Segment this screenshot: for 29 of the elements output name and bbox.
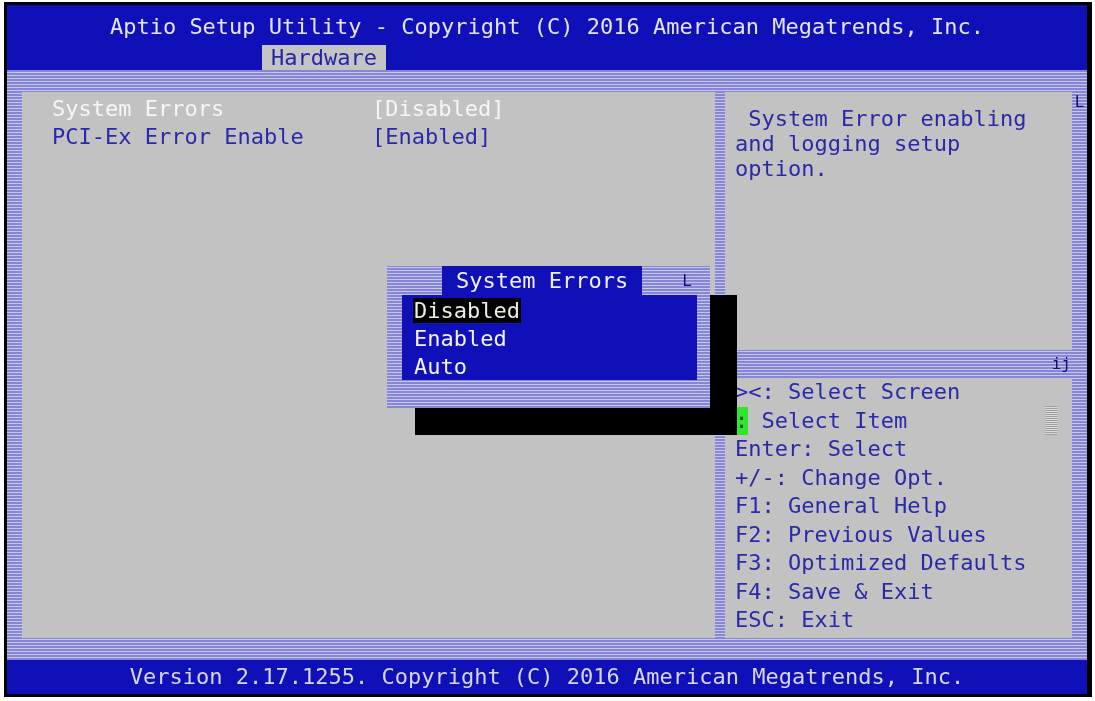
key-label: Enter: xyxy=(735,435,815,463)
key-label: F4: xyxy=(735,577,775,606)
setting-value[interactable]: [Enabled] xyxy=(372,123,492,151)
help-text: System Error enabling and logging setup option. xyxy=(735,106,1028,181)
frame-glyph: L xyxy=(682,272,692,289)
key-action: Previous Values xyxy=(788,520,987,549)
key-label: F2: xyxy=(735,520,775,549)
key-action: General Help xyxy=(788,492,947,520)
popup-title: System Errors xyxy=(442,266,643,295)
version-text: Version 2.17.1255. Copyright (C) 2016 American Megatrends, Inc. xyxy=(129,663,965,691)
setting-label[interactable]: PCI-Ex Error Enable xyxy=(52,123,372,151)
key-action: Change Opt. xyxy=(801,463,947,492)
key-action: Save & Exit xyxy=(788,577,934,606)
key-action: Select Screen xyxy=(788,378,961,406)
key-action: Optimized Defaults xyxy=(788,549,1027,577)
key-action: Select xyxy=(827,435,908,463)
tab[interactable]: Hardware xyxy=(262,45,386,70)
key-action: Select Item xyxy=(761,406,908,435)
frame-glyph: ij xyxy=(1051,356,1071,372)
key-label: ><: xyxy=(735,378,775,406)
key-action: Exit xyxy=(801,606,855,634)
key-label: +/-: xyxy=(735,463,788,492)
key-label: F3: xyxy=(735,549,775,577)
key-label: ESC: xyxy=(735,606,788,634)
option-item[interactable]: Disabled xyxy=(413,298,521,323)
window-title: Aptio Setup Utility - Copyright (C) 2016 American Megatrends, Inc. xyxy=(109,13,985,41)
scrollbar-thumb[interactable] xyxy=(1045,406,1057,435)
key-label: F1: xyxy=(735,492,775,520)
frame-glyph: L xyxy=(1074,94,1085,110)
